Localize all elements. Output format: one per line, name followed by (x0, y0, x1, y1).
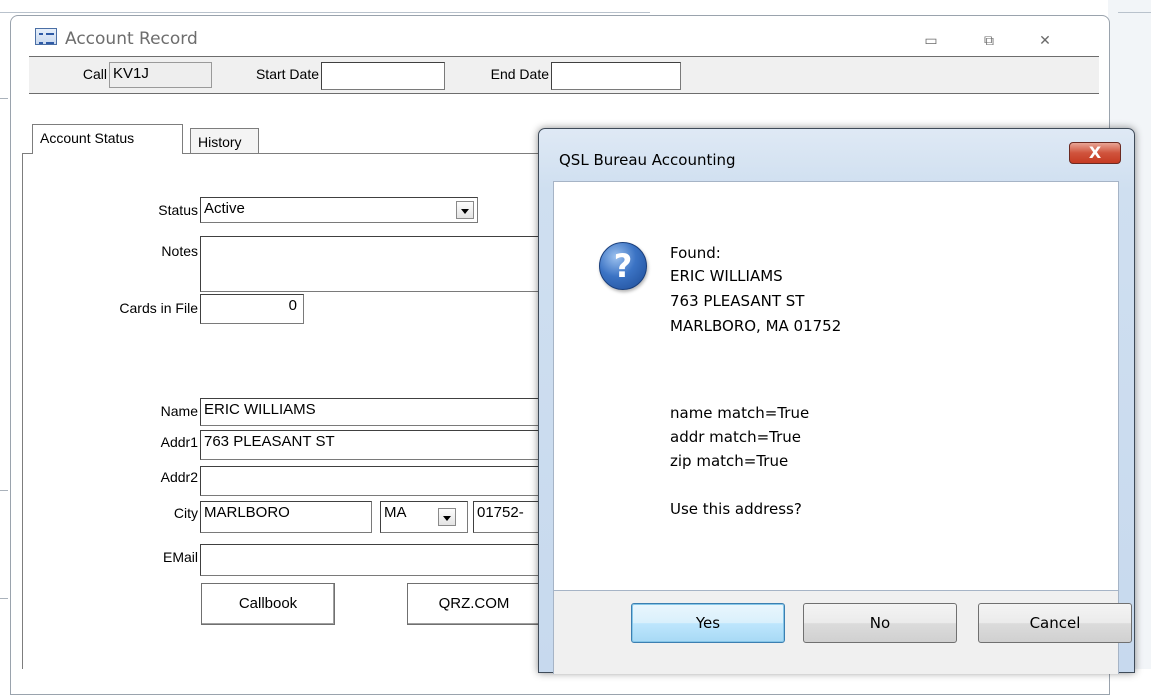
start-date-field[interactable] (321, 62, 445, 90)
form-icon (35, 28, 57, 45)
message-line: name match=True (670, 404, 810, 422)
question-icon: ? (599, 242, 647, 290)
city-label: City (173, 505, 198, 521)
tab-account-status[interactable]: Account Status (32, 124, 183, 154)
restore-button[interactable]: ⧉ (979, 33, 999, 49)
window-title: Account Record (65, 29, 198, 49)
addr2-field[interactable] (200, 466, 545, 496)
city-field[interactable]: MARLBORO (200, 501, 372, 533)
tab-history[interactable]: History (190, 128, 259, 155)
message-line: 763 PLEASANT ST (670, 292, 805, 310)
email-label: EMail (162, 549, 198, 565)
no-button[interactable]: No (803, 603, 957, 643)
minimize-button[interactable]: ▭ (921, 33, 941, 49)
start-date-label: Start Date (255, 66, 319, 82)
message-line: Found: (670, 244, 721, 262)
addr1-field[interactable]: 763 PLEASANT ST (200, 430, 545, 460)
dialog-message-area: ? Found: ERIC WILLIAMS 763 PLEASANT ST M… (553, 181, 1119, 591)
call-label: Call (82, 66, 107, 82)
addr1-label: Addr1 (160, 434, 198, 450)
close-button[interactable]: ✕ (1035, 33, 1055, 49)
background-divider (0, 12, 650, 13)
cards-in-file-label: Cards in File (119, 300, 198, 316)
yes-button[interactable]: Yes (631, 603, 785, 643)
end-date-label: End Date (490, 66, 549, 82)
addr2-label: Addr2 (160, 469, 198, 485)
background-tick (0, 98, 8, 99)
chevron-down-icon[interactable] (438, 508, 456, 526)
dialog-close-button[interactable]: X (1069, 142, 1121, 164)
message-line: addr match=True (670, 428, 802, 446)
chevron-down-icon[interactable] (456, 201, 474, 219)
name-label: Name (160, 403, 198, 419)
status-select[interactable]: Active (200, 197, 478, 223)
qrz-button[interactable]: QRZ.COM (407, 583, 541, 625)
email-field[interactable] (200, 544, 545, 576)
callbook-button[interactable]: Callbook (201, 583, 335, 625)
cancel-button[interactable]: Cancel (978, 603, 1132, 643)
background-tick (0, 490, 8, 491)
message-line: MARLBORO, MA 01752 (670, 317, 842, 335)
name-field[interactable]: ERIC WILLIAMS (200, 398, 545, 426)
message-line: zip match=True (670, 452, 789, 470)
call-field[interactable]: KV1J (109, 62, 212, 88)
background-tick (0, 598, 8, 599)
form-header: Call KV1J Start Date End Date (29, 56, 1099, 94)
status-label: Status (158, 202, 198, 218)
dialog-title: QSL Bureau Accounting (559, 151, 736, 169)
cards-in-file-field[interactable]: 0 (200, 294, 304, 324)
message-line: ERIC WILLIAMS (670, 267, 783, 285)
end-date-field[interactable] (551, 62, 681, 90)
message-line: Use this address? (670, 500, 802, 518)
notes-label: Notes (161, 243, 198, 259)
notes-field[interactable] (200, 236, 545, 292)
message-dialog: QSL Bureau Accounting X ? Found: ERIC WI… (538, 128, 1135, 674)
desktop-background (0, 0, 1151, 10)
background-divider-right (1118, 12, 1151, 13)
